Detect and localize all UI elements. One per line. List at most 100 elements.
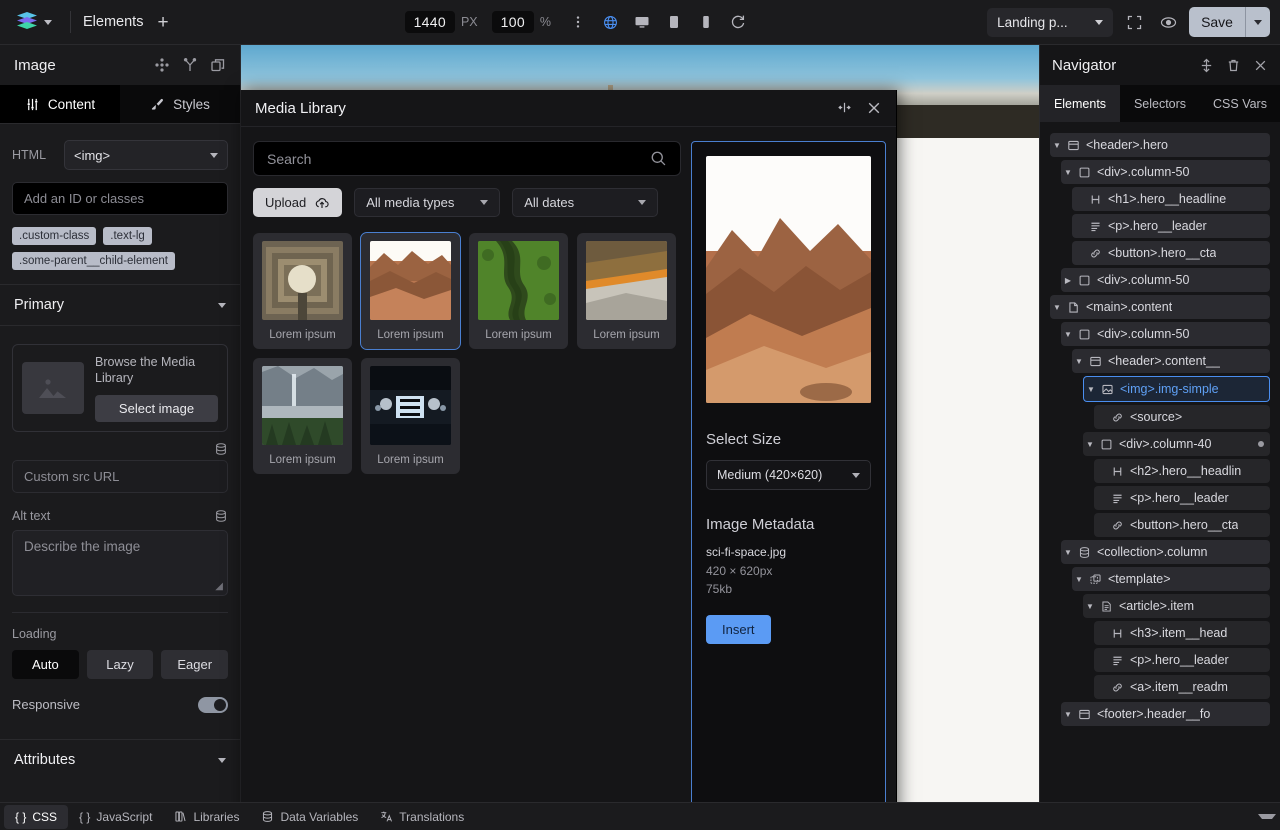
caret-down-icon[interactable]: ▼ (1050, 303, 1064, 312)
class-chip[interactable]: .text-lg (103, 227, 152, 245)
tree-node[interactable]: <button>.hero__cta (1072, 241, 1270, 265)
caret-down-icon[interactable]: ▼ (1083, 440, 1097, 449)
tree-node[interactable]: ▼<header>.hero (1050, 133, 1270, 157)
insert-button[interactable]: Insert (706, 615, 771, 644)
upload-button[interactable]: Upload (253, 188, 342, 217)
tree-node[interactable]: <p>.hero__leader (1094, 648, 1270, 672)
media-grid-item[interactable]: Lorem ipsum (361, 358, 460, 474)
tab-selectors[interactable]: Selectors (1120, 85, 1200, 122)
preview-eye-icon[interactable] (1155, 9, 1181, 35)
zoom-input[interactable]: 100 (492, 11, 534, 33)
caret-down-icon[interactable]: ▼ (1061, 168, 1075, 177)
caret-down-icon[interactable]: ▼ (1050, 141, 1064, 150)
media-type-filter[interactable]: All media types (354, 188, 500, 217)
save-dropdown-button[interactable] (1246, 20, 1270, 25)
tree-node[interactable]: <p>.hero__leader (1094, 486, 1270, 510)
tab-styles[interactable]: Styles (120, 85, 240, 123)
caret-down-icon[interactable]: ▼ (1072, 575, 1086, 584)
status-item-data-variables[interactable]: Data Variables (250, 805, 369, 829)
tree-node[interactable]: ▼<div>.column-50 (1061, 160, 1270, 184)
globe-icon[interactable] (597, 9, 623, 35)
status-item-javascript[interactable]: { } JavaScript (68, 805, 163, 829)
caret-right-icon[interactable]: ▶ (1061, 276, 1075, 285)
media-grid-item[interactable]: Lorem ipsum (577, 233, 676, 349)
duplicate-icon[interactable] (210, 57, 226, 73)
tree-node[interactable]: <h2>.hero__headlin (1094, 459, 1270, 483)
caret-down-icon[interactable]: ▼ (1084, 385, 1098, 394)
class-chip[interactable]: .some-parent__child-element (12, 252, 175, 270)
section-attributes[interactable]: Attributes (0, 739, 240, 781)
tree-node[interactable]: ▼<article>.item (1083, 594, 1270, 618)
database-icon[interactable] (214, 509, 228, 523)
trash-icon[interactable] (1226, 58, 1241, 73)
loading-option-auto[interactable]: Auto (12, 650, 79, 679)
caret-down-icon[interactable]: ▼ (1072, 357, 1086, 366)
tree-node[interactable]: ▼<template> (1072, 567, 1270, 591)
caret-down-icon[interactable]: ▼ (1061, 710, 1075, 719)
loading-option-eager[interactable]: Eager (161, 650, 228, 679)
media-grid-item[interactable]: Lorem ipsum (253, 358, 352, 474)
mobile-icon[interactable] (693, 9, 719, 35)
section-primary[interactable]: Primary (0, 284, 240, 326)
status-item-css[interactable]: { } CSS (4, 805, 68, 829)
responsive-toggle[interactable] (198, 697, 228, 713)
alt-text-input[interactable]: Describe the image ◢ (12, 530, 228, 596)
tree-node[interactable]: <h1>.hero__headline (1072, 187, 1270, 211)
refresh-icon[interactable] (725, 9, 751, 35)
tab-content[interactable]: Content (0, 85, 120, 123)
chevron-down-icon[interactable] (44, 20, 52, 25)
tree-node[interactable]: <button>.hero__cta (1094, 513, 1270, 537)
database-icon[interactable] (214, 442, 228, 456)
tree-node[interactable]: ▼<div>.column-50 (1061, 322, 1270, 346)
close-icon[interactable] (866, 100, 882, 116)
save-button[interactable]: Save (1189, 7, 1270, 37)
media-grid-item[interactable]: Lorem ipsum (253, 233, 352, 349)
tree-node[interactable]: ▼<footer>.header__fo (1061, 702, 1270, 726)
add-element-button[interactable]: + (157, 13, 168, 32)
variants-icon[interactable] (182, 57, 198, 73)
tree-node[interactable]: ▼<img>.img-simple (1083, 376, 1270, 402)
components-icon[interactable] (154, 57, 170, 73)
date-filter[interactable]: All dates (512, 188, 658, 217)
media-search-field[interactable]: Search (253, 141, 681, 176)
class-chip[interactable]: .custom-class (12, 227, 96, 245)
resize-vertical-icon[interactable] (1199, 58, 1214, 73)
expand-icon[interactable] (1121, 9, 1147, 35)
tree-node[interactable]: <h3>.item__head (1094, 621, 1270, 645)
html-tag-select[interactable]: <img> (64, 140, 228, 170)
tree-node[interactable]: <a>.item__readm (1094, 675, 1270, 699)
caret-down-icon[interactable]: ▼ (1083, 602, 1097, 611)
caret-down-icon[interactable]: ▼ (1061, 548, 1075, 557)
tree-node[interactable]: ▶<div>.column-50 (1061, 268, 1270, 292)
tree-node[interactable]: ▼<collection>.column (1061, 540, 1270, 564)
desktop-icon[interactable] (629, 9, 655, 35)
viewport-width-input[interactable]: 1440 (405, 11, 455, 33)
custom-src-input[interactable]: Custom src URL (12, 460, 228, 493)
tree-node[interactable]: <source> (1094, 405, 1270, 429)
media-grid-item[interactable]: Lorem ipsum (361, 233, 460, 349)
status-collapse-icon[interactable] (1258, 814, 1276, 819)
more-vertical-icon[interactable] (565, 9, 591, 35)
media-grid-item[interactable]: Lorem ipsum (469, 233, 568, 349)
status-item-libraries[interactable]: Libraries (163, 805, 250, 829)
id-classes-input[interactable]: Add an ID or classes (12, 182, 228, 215)
media-thumbnail (586, 241, 667, 320)
page-selector[interactable]: Landing p... (987, 8, 1113, 37)
tab-cssvars[interactable]: CSS Vars (1200, 85, 1280, 122)
caret-down-icon[interactable]: ▼ (1061, 330, 1075, 339)
app-logo[interactable] (10, 11, 58, 33)
tree-node[interactable]: ▼<div>.column-40 (1083, 432, 1270, 456)
tablet-icon[interactable] (661, 9, 687, 35)
collapse-width-icon[interactable] (837, 100, 852, 116)
tab-elements[interactable]: Elements (1040, 85, 1120, 122)
tree-node[interactable]: ▼<header>.content__ (1072, 349, 1270, 373)
image-size-select[interactable]: Medium (420×620) (706, 460, 871, 490)
tree-node[interactable]: <p>.hero__leader (1072, 214, 1270, 238)
status-item-translations[interactable]: Translations (369, 805, 475, 829)
resize-grip-icon[interactable]: ◢ (215, 581, 223, 592)
tree-node[interactable]: ▼<main>.content (1050, 295, 1270, 319)
close-icon[interactable] (1253, 58, 1268, 73)
loading-option-lazy[interactable]: Lazy (87, 650, 154, 679)
search-icon[interactable] (650, 150, 667, 167)
select-image-button[interactable]: Select image (95, 395, 218, 422)
